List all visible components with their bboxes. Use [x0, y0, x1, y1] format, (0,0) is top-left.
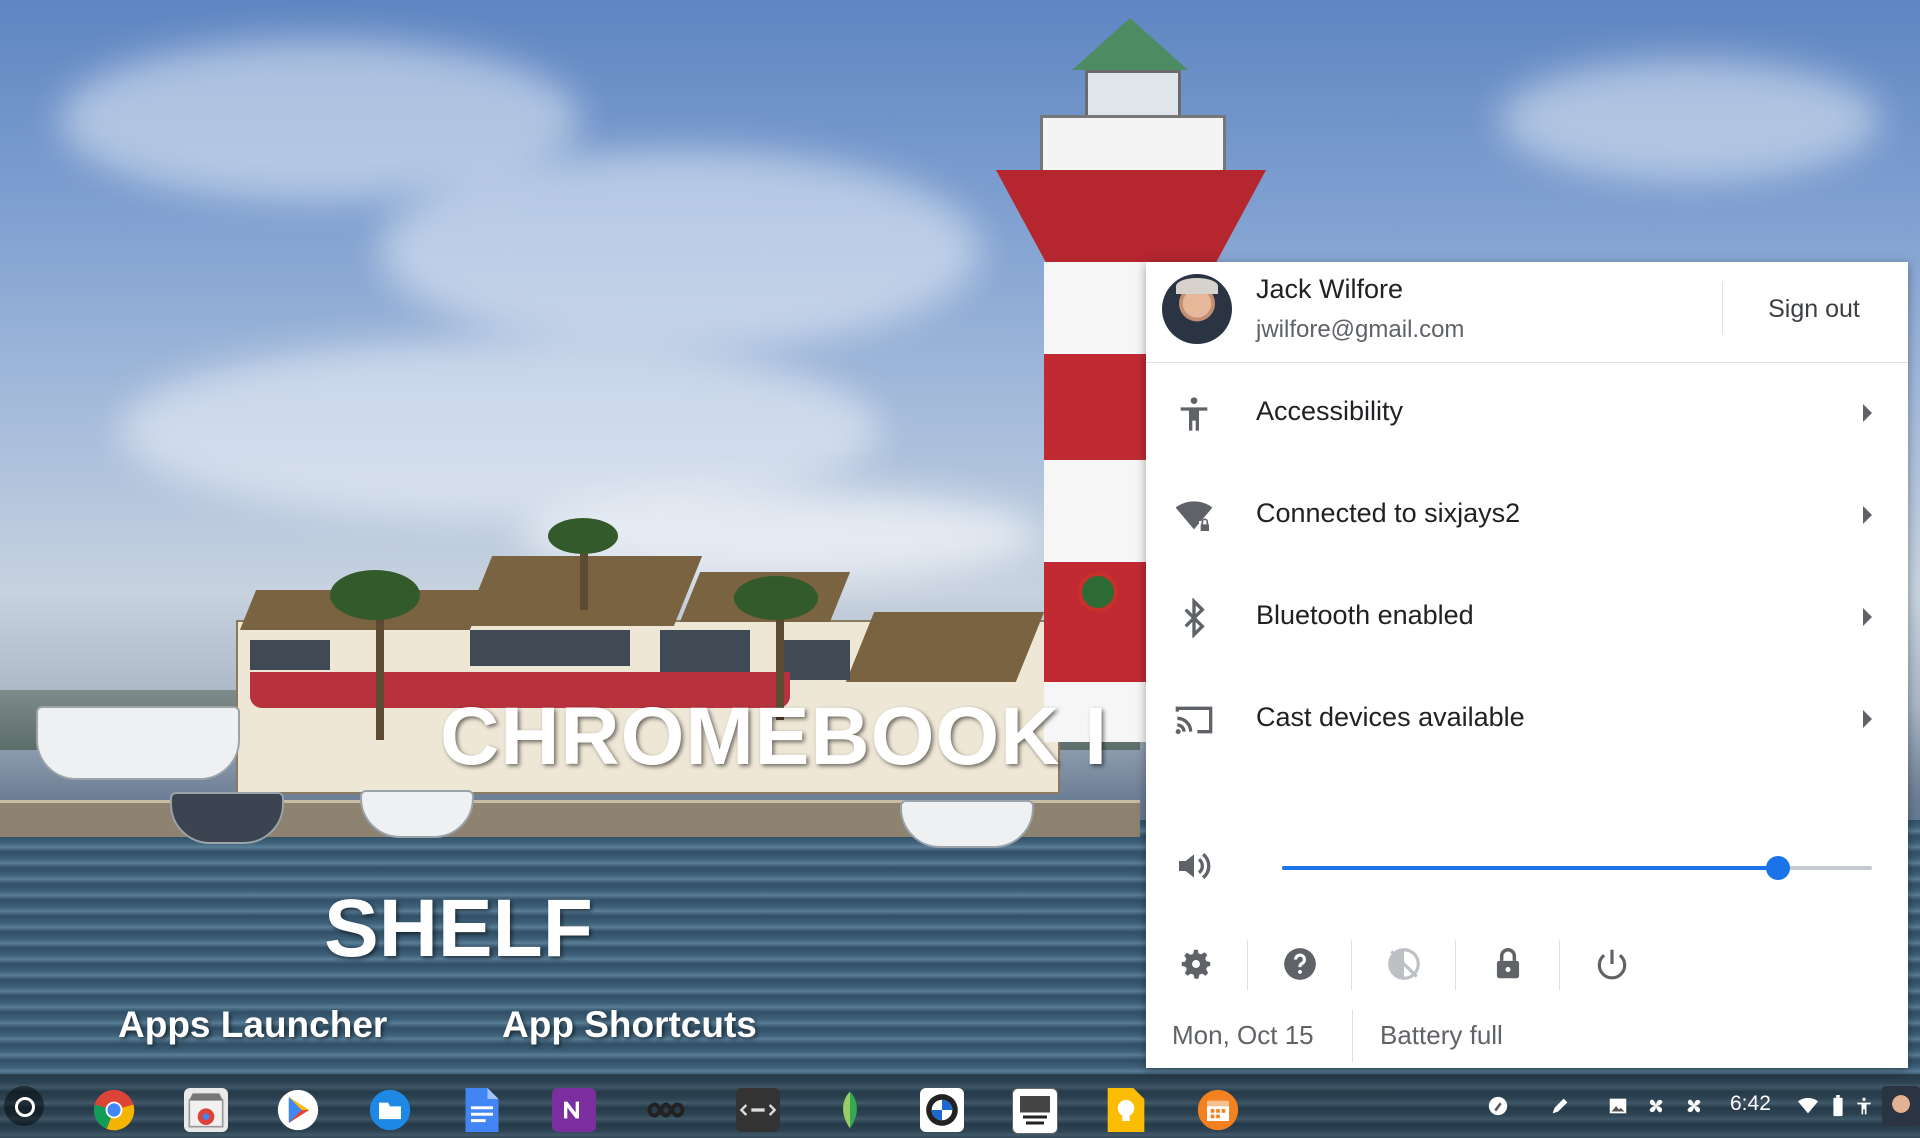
- battery-icon: [1826, 1094, 1850, 1118]
- snapseed-icon[interactable]: [828, 1088, 872, 1132]
- cast-icon: [1174, 700, 1214, 740]
- night-light-button[interactable]: [1374, 934, 1434, 994]
- menu-label: Accessibility: [1256, 396, 1404, 426]
- label-app-shortcuts: App Shortcuts: [502, 1004, 757, 1045]
- divider: [1455, 940, 1456, 990]
- divider: [1722, 282, 1723, 334]
- chrome-web-store-icon[interactable]: [184, 1088, 228, 1132]
- lock-button[interactable]: [1478, 934, 1538, 994]
- files-icon[interactable]: [368, 1088, 412, 1132]
- sign-out-button[interactable]: Sign out: [1736, 286, 1892, 332]
- chevron-right-icon: [1863, 710, 1872, 728]
- date-label[interactable]: Mon, Oct 15: [1172, 1020, 1314, 1051]
- menu-label: Cast devices available: [1256, 702, 1525, 732]
- user-row: Jack Wilfore jwilfore@gmail.com Sign out: [1146, 262, 1908, 363]
- menu-item-bluetooth[interactable]: Bluetooth enabled: [1146, 566, 1908, 668]
- accessibility-icon: [1852, 1094, 1876, 1118]
- bluetooth-icon: [1174, 597, 1214, 639]
- menu-item-cast[interactable]: Cast devices available: [1146, 668, 1908, 770]
- shelf: 6:42: [0, 1074, 1920, 1138]
- menu-label: Connected to sixjays2: [1256, 498, 1521, 528]
- overlay-title: CHROMEBOOK I: [440, 691, 1108, 782]
- infinity-icon[interactable]: [644, 1088, 688, 1132]
- help-button[interactable]: [1270, 934, 1330, 994]
- bmw-icon[interactable]: [920, 1088, 964, 1132]
- volume-slider-fill: [1282, 866, 1778, 870]
- chevron-right-icon: [1863, 404, 1872, 422]
- calendar-icon[interactable]: [1196, 1088, 1240, 1132]
- user-avatar: [1162, 274, 1232, 344]
- tray-footer: Mon, Oct 15 Battery full: [1146, 1010, 1908, 1068]
- bmw-genius-icon[interactable]: [1012, 1088, 1058, 1134]
- docs-icon[interactable]: [460, 1088, 504, 1132]
- chevron-right-icon: [1863, 506, 1872, 524]
- image-icon[interactable]: [1606, 1094, 1630, 1118]
- divider: [1559, 940, 1560, 990]
- menu-item-accessibility[interactable]: Accessibility: [1146, 362, 1908, 464]
- wifi-icon: [1796, 1094, 1820, 1118]
- menu-item-network[interactable]: Connected to sixjays2: [1146, 464, 1908, 566]
- battery-status: Battery full: [1380, 1020, 1503, 1050]
- label-apps-launcher: Apps Launcher: [118, 1004, 388, 1045]
- system-tray-panel: Jack Wilfore jwilfore@gmail.com Sign out…: [1146, 262, 1908, 1068]
- user-email: jwilfore@gmail.com: [1256, 316, 1465, 343]
- onenote-icon[interactable]: [552, 1088, 596, 1132]
- volume-slider[interactable]: [1282, 856, 1872, 880]
- chevron-right-icon: [1863, 608, 1872, 626]
- volume-icon[interactable]: [1174, 846, 1214, 886]
- menu-label: Bluetooth enabled: [1256, 600, 1474, 630]
- settings-button[interactable]: [1166, 934, 1226, 994]
- keep-icon[interactable]: [1104, 1088, 1148, 1132]
- pen-tools-icon[interactable]: [1486, 1094, 1510, 1118]
- volume-slider-thumb[interactable]: [1765, 856, 1790, 880]
- status-area[interactable]: 6:42: [1460, 1074, 1920, 1138]
- help-icon: [1284, 948, 1316, 980]
- app-launcher-button[interactable]: [4, 1086, 44, 1126]
- divider: [1352, 1010, 1353, 1062]
- chrome-icon[interactable]: [92, 1088, 136, 1132]
- clock[interactable]: 6:42: [1730, 1092, 1771, 1116]
- volume-row: [1146, 822, 1908, 912]
- divider: [1247, 940, 1248, 990]
- accessibility-icon: [1174, 394, 1214, 434]
- overlay-subtitle: SHELF: [324, 883, 593, 974]
- fan-icon[interactable]: [1644, 1094, 1668, 1118]
- power-button[interactable]: [1582, 934, 1642, 994]
- user-avatar[interactable]: [1882, 1086, 1920, 1126]
- divider: [1351, 940, 1352, 990]
- user-name: Jack Wilfore: [1256, 274, 1404, 304]
- fan-icon[interactable]: [1682, 1094, 1706, 1118]
- play-store-icon[interactable]: [276, 1088, 320, 1132]
- lock-icon: [1496, 948, 1520, 979]
- night-light-off-icon: [1388, 948, 1420, 980]
- txt-editor-icon[interactable]: [736, 1088, 780, 1132]
- quick-actions: [1146, 912, 1908, 1012]
- settings-icon: [1181, 949, 1211, 979]
- stylus-icon[interactable]: [1548, 1094, 1572, 1118]
- power-icon: [1597, 949, 1627, 980]
- wifi-locked-icon: [1174, 496, 1214, 536]
